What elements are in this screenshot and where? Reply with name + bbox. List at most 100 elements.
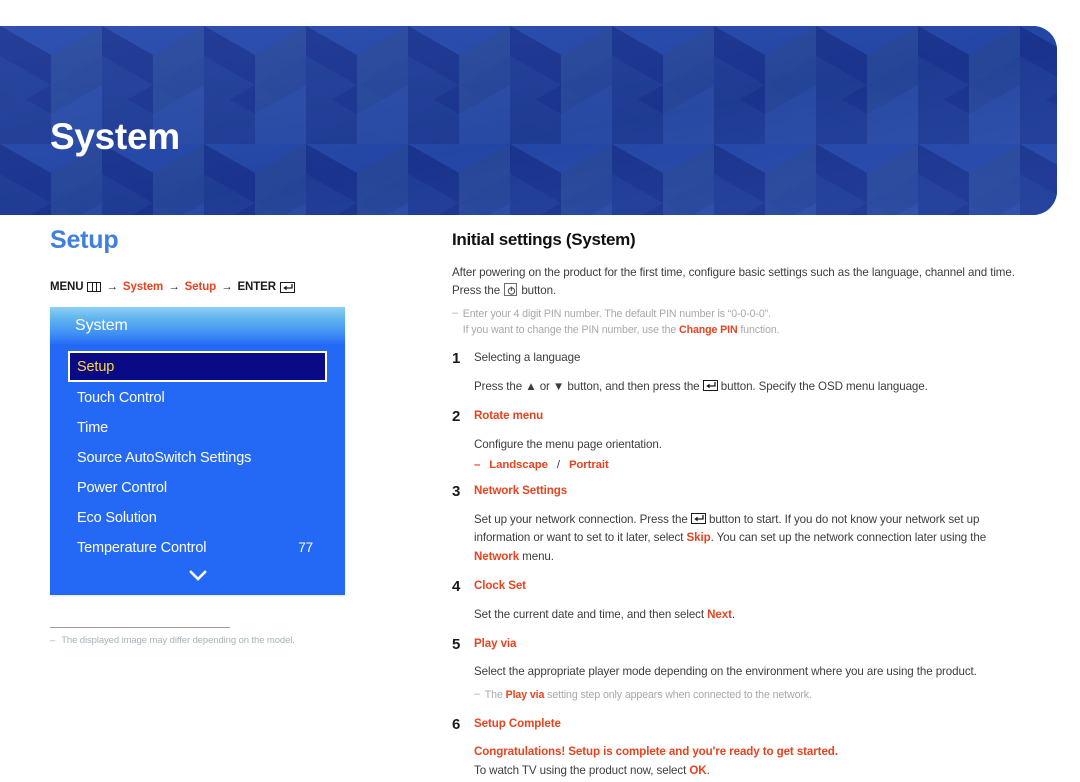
osd-item-source-autoswitch-settings[interactable]: Source AutoSwitch Settings: [68, 443, 327, 472]
step-note-play-via: Play via: [505, 688, 545, 701]
step-number: 4: [452, 577, 461, 595]
section-heading: Initial settings (System): [452, 230, 636, 249]
breadcrumb-enter-label: ENTER: [237, 281, 276, 293]
breadcrumb-item-system[interactable]: System: [123, 281, 163, 293]
enter-return-icon: [279, 281, 295, 293]
pin-note-line-2-post: function.: [740, 323, 780, 336]
page-title: Setup: [50, 226, 119, 254]
step-item: 4 Clock Set Set the current date and tim…: [452, 578, 1027, 624]
step-option-dash: –: [474, 459, 481, 472]
footnote-text: The displayed image may differ depending…: [61, 635, 295, 646]
intro-line-2-pre: Press the: [452, 284, 501, 298]
intro-paragraph: After powering on the product for the fi…: [452, 264, 1027, 301]
step-title: Network Settings: [474, 484, 568, 498]
step-number: 5: [452, 635, 461, 653]
step-detail-post: button. Specify the OSD menu language.: [720, 380, 928, 394]
step-body: Network Settings Set up your network con…: [474, 483, 1027, 566]
step-detail-post: .: [706, 763, 710, 777]
osd-item-label: Temperature Control: [77, 539, 207, 556]
osd-item-label: Eco Solution: [77, 509, 157, 526]
step-item: 1 Selecting a language Press the ▲ or ▼ …: [452, 350, 1027, 396]
osd-item-label: Time: [77, 419, 109, 436]
step-detail-ok: OK: [689, 763, 707, 777]
osd-item-eco-solution[interactable]: Eco Solution: [68, 503, 327, 532]
step-item: 6 Setup Complete Congratulations! Setup …: [452, 716, 1027, 780]
pin-note-dash: –: [452, 306, 458, 319]
step-body: Setup Complete Congratulations! Setup is…: [474, 716, 1027, 780]
osd-item-label: Setup: [77, 358, 115, 375]
banner-title: System: [50, 116, 180, 157]
step-option-landscape: Landscape: [489, 459, 548, 472]
step-title: Rotate menu: [474, 409, 544, 423]
step-detail-pre: Press the ▲ or ▼ button, and then press …: [474, 380, 700, 394]
step-detail: Set the current date and time, and then …: [474, 606, 1027, 624]
osd-menu-list: Setup Touch Control Time Source AutoSwit…: [50, 345, 345, 589]
pin-note-line-2-pre: If you want to change the PIN number, us…: [462, 323, 677, 336]
step-detail-skip: Skip: [686, 531, 711, 545]
step-detail: Congratulations! Setup is complete and y…: [474, 743, 1027, 780]
menu-grid-icon: [87, 282, 102, 292]
steps-list: 1 Selecting a language Press the ▲ or ▼ …: [452, 350, 1027, 780]
step-detail-pre: To watch TV using the product now, selec…: [474, 763, 687, 777]
breadcrumb-arrow-1: →: [106, 281, 118, 293]
osd-item-label: Source AutoSwitch Settings: [77, 449, 252, 466]
step-number: 3: [452, 483, 461, 501]
step-item: 5 Play via Select the appropriate player…: [452, 636, 1027, 704]
osd-item-time[interactable]: Time: [68, 413, 327, 442]
step-detail: Select the appropriate player mode depen…: [474, 665, 977, 679]
left-column: Setup MENU → System → Setup → ENTER Syst…: [50, 228, 395, 646]
footnote: – The displayed image may differ dependi…: [50, 635, 295, 646]
osd-item-touch-control[interactable]: Touch Control: [68, 383, 327, 412]
step-options: – Landscape / Portrait: [474, 459, 1027, 471]
osd-item-temperature-control[interactable]: Temperature Control 77: [68, 533, 327, 562]
step-body: Selecting a language Press the ▲ or ▼ bu…: [474, 350, 1027, 396]
step-note-dash: –: [474, 687, 480, 700]
step-note-pre: The: [484, 688, 503, 701]
step-detail: Set up your network connection. Press th…: [474, 511, 1027, 566]
osd-item-setup[interactable]: Setup: [68, 351, 327, 382]
step-detail-pre: Set up your network connection. Press th…: [474, 512, 688, 526]
osd-item-label: Touch Control: [77, 389, 165, 406]
pin-note-body: Enter your 4 digit PIN number. The defau…: [463, 307, 780, 339]
step-item: 3 Network Settings Set up your network c…: [452, 483, 1027, 566]
step-number: 1: [452, 350, 461, 368]
breadcrumb-arrow-2: →: [168, 281, 180, 293]
breadcrumb-arrow-3: →: [221, 281, 233, 293]
step-detail-mid2: . You can set up the network connection …: [710, 531, 987, 545]
chevron-down-icon: [188, 570, 207, 581]
step-note: – The Play via setting step only appears…: [474, 688, 1027, 704]
step-detail-next: Next: [707, 607, 732, 621]
osd-item-label: Power Control: [77, 479, 167, 496]
step-note-post: setting step only appears when connected…: [547, 688, 812, 701]
step-detail-network: Network: [474, 549, 520, 563]
step-body: Clock Set Set the current date and time,…: [474, 578, 1027, 624]
osd-menu-header-label: System: [75, 317, 128, 334]
step-option-separator: /: [556, 459, 560, 472]
step-title: Setup Complete: [474, 716, 561, 730]
step-body: Play via Select the appropriate player m…: [474, 636, 1027, 704]
step-title: Selecting a language: [474, 351, 581, 365]
step-detail: Configure the menu page orientation.: [474, 438, 662, 451]
right-column: Initial settings (System) After powering…: [452, 230, 1027, 782]
osd-item-value: 77: [298, 540, 313, 555]
step-detail-pre: Set the current date and time, and then …: [474, 607, 704, 621]
step-detail-post: .: [731, 607, 735, 621]
osd-menu-panel: System Setup Touch Control Time Source A…: [50, 307, 345, 595]
enter-return-icon: [702, 380, 718, 392]
step-detail-post: menu.: [522, 549, 554, 563]
osd-item-power-control[interactable]: Power Control: [68, 473, 327, 502]
breadcrumb-item-setup[interactable]: Setup: [185, 281, 217, 293]
step-item: 2 Rotate menu Configure the menu page or…: [452, 408, 1027, 471]
power-button-icon: [504, 283, 518, 297]
footnote-block: – The displayed image may differ dependi…: [50, 627, 295, 646]
step-note-body: The Play via setting step only appears w…: [485, 688, 812, 704]
osd-menu-header: System: [50, 307, 345, 345]
step-option-portrait: Portrait: [568, 459, 609, 472]
osd-scroll-down-button[interactable]: [68, 563, 327, 589]
footnote-dash: –: [50, 635, 56, 646]
